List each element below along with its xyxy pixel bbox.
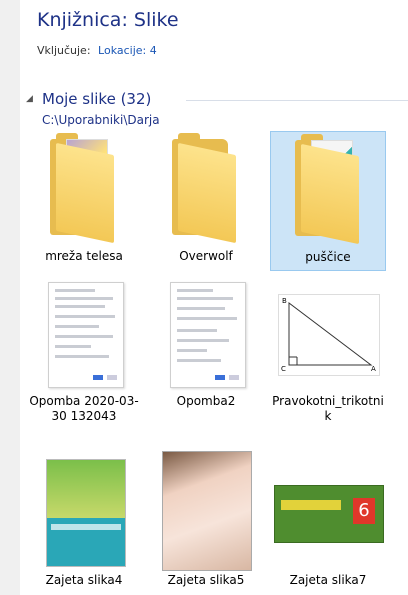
folder-icon	[26, 131, 142, 247]
library-includes: Vključuje: Lokacije: 4	[37, 44, 157, 57]
group-title: Moje slike (32)	[42, 90, 152, 108]
file-item[interactable]: Zajeta slika4	[26, 455, 142, 595]
locations-link[interactable]: Lokacije: 4	[98, 44, 157, 57]
file-name: Zajeta slika5	[167, 573, 245, 587]
file-name: Zajeta slika7	[289, 573, 367, 587]
document-thumbnail	[26, 276, 142, 392]
svg-text:B: B	[282, 297, 287, 305]
svg-text:A: A	[371, 365, 376, 373]
folder-icon	[148, 131, 264, 247]
file-item[interactable]: Opomba2	[148, 276, 264, 416]
file-item[interactable]: 6 Zajeta slika7	[270, 455, 386, 595]
document-thumbnail	[148, 276, 264, 392]
file-item[interactable]: Opomba 2020-03-30 132043	[26, 276, 142, 423]
group-path: C:\Uporabniki\Darja	[42, 113, 160, 127]
book-thumbnail	[26, 455, 142, 571]
library-pane: Knjižnica: Slike Vključuje: Lokacije: 4 …	[20, 0, 408, 595]
file-item-selected[interactable]: puščice	[270, 131, 386, 271]
file-name: puščice	[305, 250, 351, 264]
file-item[interactable]: B C A Pravokotni_trikotnik	[270, 276, 386, 423]
file-name: Zajeta slika4	[45, 573, 123, 587]
includes-label: Vključuje:	[37, 44, 91, 57]
folder-icon	[271, 132, 385, 248]
collapse-arrow-icon[interactable]: ◢	[26, 94, 33, 104]
file-item[interactable]: mreža telesa	[26, 131, 142, 271]
file-name: Opomba 2020-03-30 132043	[29, 394, 139, 423]
photo-thumbnail	[148, 451, 264, 571]
file-item[interactable]: Zajeta slika5	[148, 451, 264, 595]
svg-text:C: C	[281, 365, 286, 373]
file-name: Overwolf	[179, 249, 233, 263]
group-header[interactable]: ◢ Moje slike (32)	[26, 90, 408, 110]
cover-thumbnail: 6	[270, 455, 386, 571]
file-name: Opomba2	[176, 394, 236, 408]
file-item[interactable]: Overwolf	[148, 131, 264, 271]
group-divider	[186, 100, 408, 101]
triangle-thumbnail: B C A	[270, 276, 386, 392]
file-name: mreža telesa	[45, 249, 123, 263]
file-name: Pravokotni_trikotnik	[272, 394, 384, 423]
library-title: Knjižnica: Slike	[37, 9, 179, 31]
